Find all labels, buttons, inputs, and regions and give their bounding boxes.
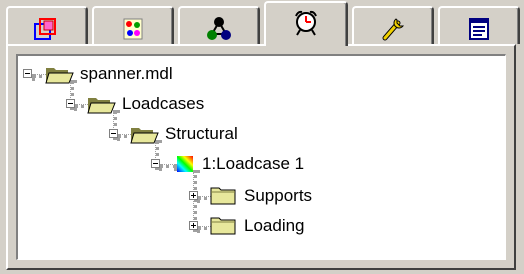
tree-node-loadcase-1[interactable]: 1:Loadcase 1 [18,153,338,177]
colored-dots-icon [123,18,143,40]
node-label-supports: Supports [244,186,313,205]
tab-analysis[interactable] [264,1,348,46]
tab-properties[interactable] [438,6,520,44]
open-folder-icon [45,68,74,84]
expand-toggle[interactable] [189,221,198,230]
tree-node-loading[interactable]: Loading [18,213,338,237]
tab-materials[interactable] [92,6,174,44]
node-label-root: spanner.mdl [80,64,173,83]
tree-node-root[interactable]: spanner.mdl [18,63,318,87]
collapse-toggle[interactable] [66,99,75,108]
model-tree[interactable]: spanner.mdl Loadcases Structural 1:Loadc… [16,54,506,260]
node-label-loadcases: Loadcases [122,94,205,113]
overlapping-squares-icon [34,18,56,40]
form-window-icon [469,18,489,40]
collapse-toggle[interactable] [23,69,32,78]
open-folder-icon [87,98,116,114]
tree-panel: spanner.mdl Loadcases Structural 1:Loadc… [6,44,516,270]
expand-toggle[interactable] [189,191,198,200]
tree-node-supports[interactable]: Supports [18,183,338,207]
tab-tools[interactable] [352,6,434,44]
node-label-loadcase-1: 1:Loadcase 1 [202,154,305,173]
collapse-toggle[interactable] [109,129,118,138]
node-label-loading: Loading [244,216,305,235]
collapse-toggle[interactable] [151,159,160,168]
tab-strip [0,0,524,46]
closed-folder-icon [210,217,236,235]
tab-geometry[interactable] [6,6,88,44]
linked-nodes-icon [207,17,231,40]
alarm-clock-icon [295,10,317,36]
wrench-icon [382,18,405,41]
tree-node-structural[interactable]: Structural [18,123,318,147]
closed-folder-icon [210,187,236,205]
node-label-structural: Structural [165,124,238,143]
rainbow-loadcase-icon [177,156,193,172]
tab-groups[interactable] [178,6,260,44]
tree-node-loadcases[interactable]: Loadcases [18,93,318,117]
open-folder-icon [130,128,159,144]
